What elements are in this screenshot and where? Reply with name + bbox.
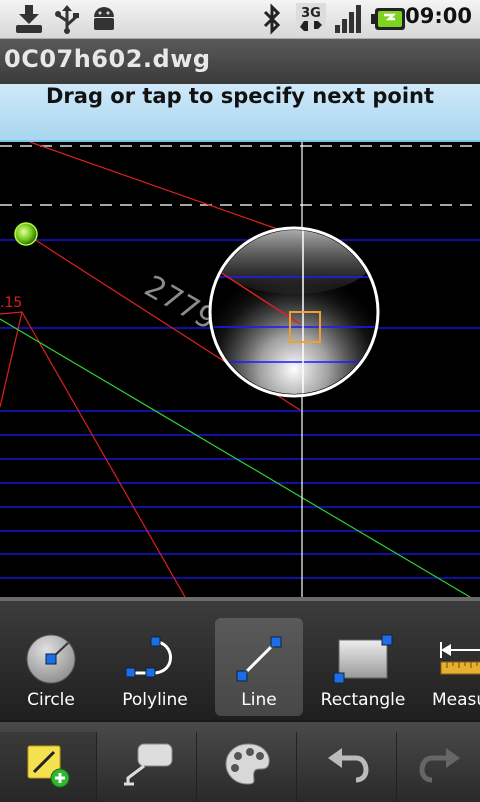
line-tool-button[interactable]: Line — [215, 618, 303, 716]
tool-bar: Circle Polyline Line Rectangle Meas — [0, 597, 480, 724]
grip-point[interactable] — [14, 222, 38, 246]
draw-add-button[interactable] — [0, 732, 97, 802]
drawing-canvas[interactable]: 2779 .15 — [0, 142, 480, 597]
signal-icon — [335, 5, 361, 33]
magnifier-loupe — [208, 226, 380, 398]
status-bar: 3G 09:00 — [0, 0, 480, 39]
command-prompt: Drag or tap to specify next point — [0, 84, 480, 142]
prompt-text: Drag or tap to specify next point — [45, 84, 435, 108]
annotate-icon — [124, 743, 173, 786]
circle-tool-icon — [26, 634, 76, 684]
file-title: 0C07h602.dwg — [4, 45, 211, 73]
rectangle-tool-label: Rectangle — [320, 690, 406, 710]
line-tool-label: Line — [241, 690, 277, 710]
polyline-tool-label: Polyline — [122, 690, 188, 710]
rectangle-tool-icon — [333, 634, 393, 684]
clock: 09:00 — [405, 4, 472, 28]
polyline-tool-icon — [125, 636, 172, 678]
redo-icon — [419, 748, 460, 783]
polyline-tool-button[interactable]: Polyline — [111, 618, 199, 716]
measure-tool-label: Measure — [432, 690, 480, 710]
rectangle-tool-button[interactable]: Rectangle — [319, 618, 407, 716]
line-tool-icon — [236, 636, 282, 682]
measure-tool-icon — [440, 642, 480, 675]
dimension-label-small: .15 — [0, 295, 22, 311]
svg-text:3G: 3G — [301, 6, 321, 21]
title-bar: 0C07h602.dwg — [0, 39, 480, 84]
circle-tool-button[interactable]: Circle — [7, 618, 95, 716]
palette-icon — [225, 743, 270, 785]
android-icon — [94, 7, 114, 30]
palette-button[interactable] — [200, 732, 297, 802]
battery-icon — [371, 8, 405, 30]
bottom-action-bar — [0, 720, 480, 802]
measure-tool-button[interactable]: Measure — [423, 618, 480, 716]
circle-tool-label: Circle — [27, 690, 75, 710]
annotate-button[interactable] — [100, 732, 197, 802]
bluetooth-icon — [263, 3, 281, 35]
draw-add-icon — [27, 745, 70, 788]
redo-button[interactable] — [400, 732, 480, 802]
usb-icon — [55, 5, 79, 34]
undo-icon — [328, 748, 369, 783]
3g-icon: 3G — [296, 3, 326, 35]
undo-button[interactable] — [300, 732, 397, 802]
download-icon — [16, 5, 42, 33]
drawing-svg[interactable]: 2779 .15 — [0, 142, 480, 597]
